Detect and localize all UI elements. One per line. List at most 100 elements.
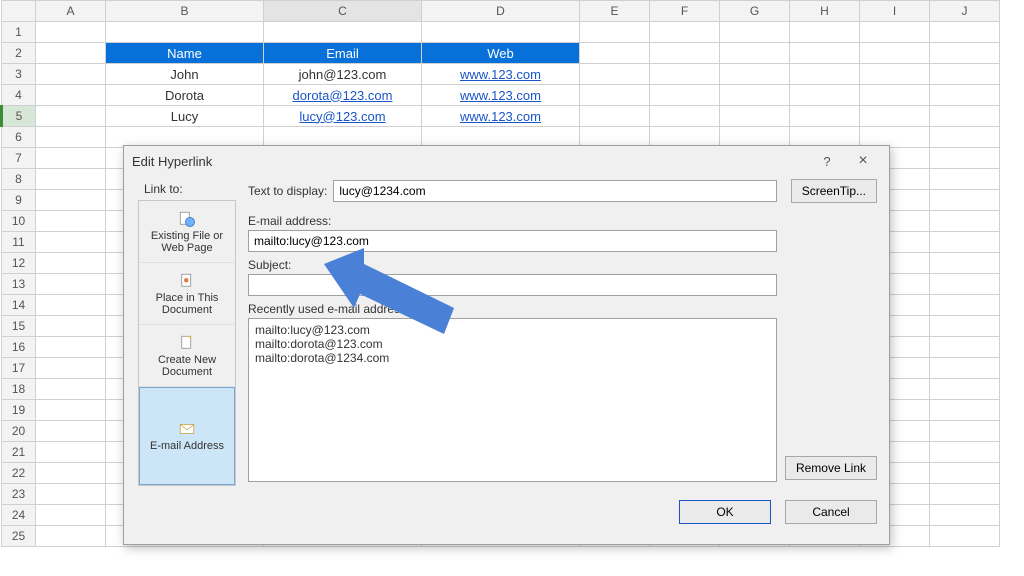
cell-A15[interactable]: [36, 316, 106, 337]
cell-J6[interactable]: [930, 127, 1000, 148]
cell-J12[interactable]: [930, 253, 1000, 274]
linkto-email-address[interactable]: E-mail Address: [139, 387, 235, 485]
cell-A20[interactable]: [36, 421, 106, 442]
cell-C1[interactable]: [264, 22, 422, 43]
select-all-corner[interactable]: [2, 1, 36, 22]
cell-J1[interactable]: [930, 22, 1000, 43]
cell-H3[interactable]: [790, 64, 860, 85]
row-header-20[interactable]: 20: [2, 421, 36, 442]
linkto-existing-file[interactable]: Existing File or Web Page: [139, 201, 235, 263]
col-header-A[interactable]: A: [36, 1, 106, 22]
cell-E2[interactable]: [580, 43, 650, 64]
cell-J24[interactable]: [930, 505, 1000, 526]
row-header-17[interactable]: 17: [2, 358, 36, 379]
cell-A11[interactable]: [36, 232, 106, 253]
cell-J22[interactable]: [930, 463, 1000, 484]
cell-J7[interactable]: [930, 148, 1000, 169]
cell-G2[interactable]: [720, 43, 790, 64]
col-header-D[interactable]: D: [422, 1, 580, 22]
row-header-11[interactable]: 11: [2, 232, 36, 253]
row-header-16[interactable]: 16: [2, 337, 36, 358]
cell-G5[interactable]: [720, 106, 790, 127]
cell-F1[interactable]: [650, 22, 720, 43]
linkto-place-in-doc[interactable]: Place in This Document: [139, 263, 235, 325]
cell-H4[interactable]: [790, 85, 860, 106]
cell-G1[interactable]: [720, 22, 790, 43]
cell-B3[interactable]: John: [106, 64, 264, 85]
cell-J19[interactable]: [930, 400, 1000, 421]
cell-A9[interactable]: [36, 190, 106, 211]
cell-D2[interactable]: Web: [422, 43, 580, 64]
cell-A12[interactable]: [36, 253, 106, 274]
row-header-25[interactable]: 25: [2, 526, 36, 547]
cell-F5[interactable]: [650, 106, 720, 127]
cell-F4[interactable]: [650, 85, 720, 106]
row-header-12[interactable]: 12: [2, 253, 36, 274]
cell-J8[interactable]: [930, 169, 1000, 190]
col-header-I[interactable]: I: [860, 1, 930, 22]
row-header-3[interactable]: 3: [2, 64, 36, 85]
cell-A4[interactable]: [36, 85, 106, 106]
col-header-H[interactable]: H: [790, 1, 860, 22]
cell-J20[interactable]: [930, 421, 1000, 442]
row-header-13[interactable]: 13: [2, 274, 36, 295]
cell-A25[interactable]: [36, 526, 106, 547]
col-header-E[interactable]: E: [580, 1, 650, 22]
cell-J9[interactable]: [930, 190, 1000, 211]
cell-D4[interactable]: www.123.com: [422, 85, 580, 106]
row-header-5[interactable]: 5: [2, 106, 36, 127]
dialog-titlebar[interactable]: Edit Hyperlink ? ×: [124, 146, 889, 176]
cell-J16[interactable]: [930, 337, 1000, 358]
row-header-4[interactable]: 4: [2, 85, 36, 106]
col-header-F[interactable]: F: [650, 1, 720, 22]
cell-I3[interactable]: [860, 64, 930, 85]
row-header-1[interactable]: 1: [2, 22, 36, 43]
col-header-J[interactable]: J: [930, 1, 1000, 22]
cell-A6[interactable]: [36, 127, 106, 148]
cell-A16[interactable]: [36, 337, 106, 358]
cell-A1[interactable]: [36, 22, 106, 43]
cell-E1[interactable]: [580, 22, 650, 43]
cell-A10[interactable]: [36, 211, 106, 232]
cell-G4[interactable]: [720, 85, 790, 106]
cell-J4[interactable]: [930, 85, 1000, 106]
cell-A5[interactable]: [36, 106, 106, 127]
cell-D1[interactable]: [422, 22, 580, 43]
cell-C2[interactable]: Email: [264, 43, 422, 64]
row-header-24[interactable]: 24: [2, 505, 36, 526]
row-header-2[interactable]: 2: [2, 43, 36, 64]
row-header-9[interactable]: 9: [2, 190, 36, 211]
row-header-18[interactable]: 18: [2, 379, 36, 400]
cell-A22[interactable]: [36, 463, 106, 484]
row-header-8[interactable]: 8: [2, 169, 36, 190]
cell-G3[interactable]: [720, 64, 790, 85]
cell-J23[interactable]: [930, 484, 1000, 505]
cell-I4[interactable]: [860, 85, 930, 106]
cell-E4[interactable]: [580, 85, 650, 106]
row-header-19[interactable]: 19: [2, 400, 36, 421]
cell-I2[interactable]: [860, 43, 930, 64]
cell-J15[interactable]: [930, 316, 1000, 337]
remove-link-button[interactable]: Remove Link: [785, 456, 877, 480]
cell-J18[interactable]: [930, 379, 1000, 400]
cell-B4[interactable]: Dorota: [106, 85, 264, 106]
text-to-display-input[interactable]: [333, 180, 777, 202]
cell-J5[interactable]: [930, 106, 1000, 127]
cell-J13[interactable]: [930, 274, 1000, 295]
cell-J3[interactable]: [930, 64, 1000, 85]
cell-A24[interactable]: [36, 505, 106, 526]
cell-D3[interactable]: www.123.com: [422, 64, 580, 85]
cell-C5[interactable]: lucy@123.com: [264, 106, 422, 127]
recent-email-listbox[interactable]: mailto:lucy@123.com mailto:dorota@123.co…: [248, 318, 777, 482]
cell-A21[interactable]: [36, 442, 106, 463]
screentip-button[interactable]: ScreenTip...: [791, 179, 877, 203]
email-address-input[interactable]: [248, 230, 777, 252]
cell-A3[interactable]: [36, 64, 106, 85]
cell-F3[interactable]: [650, 64, 720, 85]
cell-C3[interactable]: john@123.com: [264, 64, 422, 85]
row-header-23[interactable]: 23: [2, 484, 36, 505]
cell-D5[interactable]: www.123.com: [422, 106, 580, 127]
col-header-C[interactable]: C: [264, 1, 422, 22]
cell-A19[interactable]: [36, 400, 106, 421]
cell-J17[interactable]: [930, 358, 1000, 379]
